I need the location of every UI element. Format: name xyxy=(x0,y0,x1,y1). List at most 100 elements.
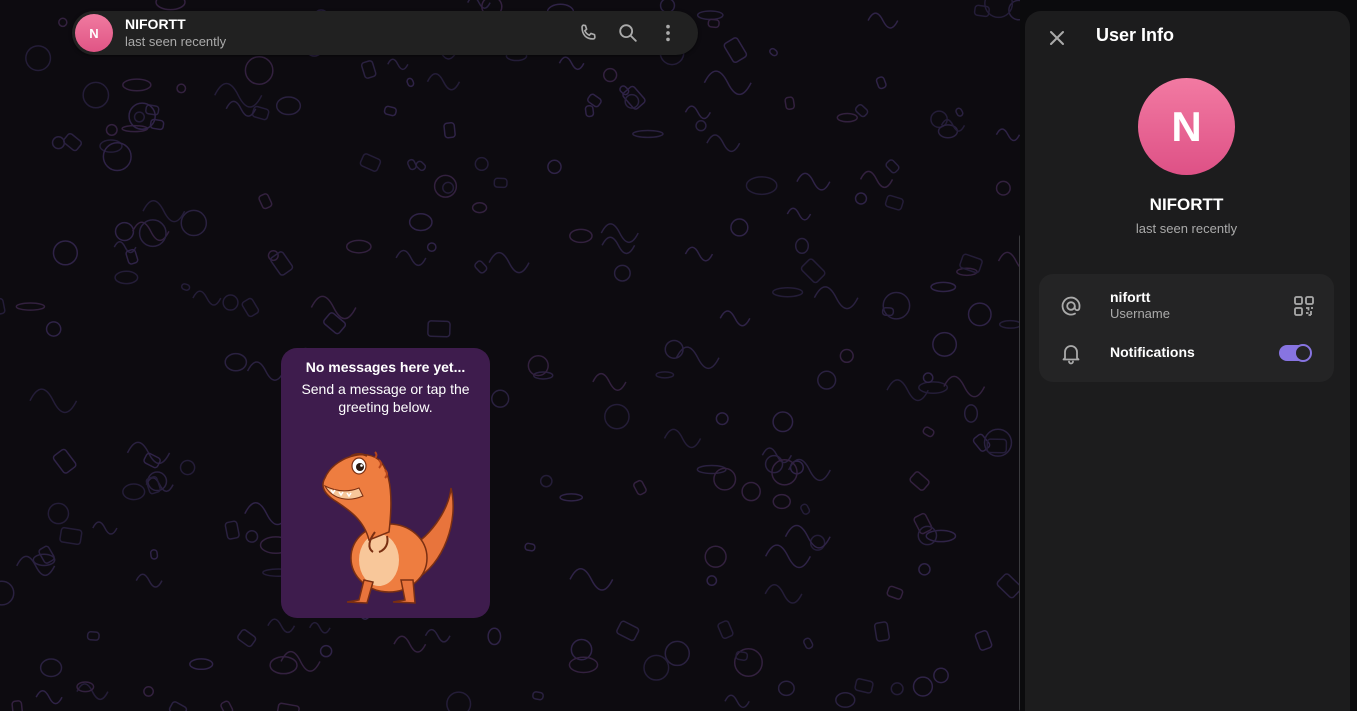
call-button[interactable] xyxy=(568,13,608,53)
background-doodle xyxy=(47,502,70,525)
background-doodle xyxy=(777,680,795,697)
background-doodle xyxy=(426,242,437,253)
more-button[interactable] xyxy=(648,13,688,53)
search-button[interactable] xyxy=(608,13,648,53)
username-row[interactable]: nifortt Username xyxy=(1039,288,1334,324)
peer-info[interactable]: NIFORTT last seen recently xyxy=(125,16,226,50)
background-doodle xyxy=(933,667,949,684)
background-doodle xyxy=(643,654,670,681)
background-doodle xyxy=(539,474,553,488)
peer-status: last seen recently xyxy=(125,34,227,49)
background-doodle xyxy=(323,312,347,335)
background-doodle xyxy=(932,331,958,357)
background-doodle xyxy=(592,372,627,391)
background-doodle xyxy=(717,620,734,640)
background-doodle xyxy=(359,153,382,172)
background-doodle xyxy=(114,270,139,285)
background-doodle xyxy=(601,236,636,255)
background-doodle xyxy=(138,219,167,248)
background-doodle xyxy=(604,403,630,430)
background-doodle xyxy=(764,544,812,569)
close-button[interactable] xyxy=(1041,22,1073,54)
background-doodle xyxy=(886,379,929,402)
background-doodle xyxy=(487,627,502,646)
background-doodle xyxy=(319,644,333,658)
background-doodle xyxy=(395,249,427,267)
background-doodle xyxy=(913,512,933,535)
background-doodle xyxy=(664,640,691,667)
background-doodle xyxy=(225,100,257,117)
background-doodle xyxy=(237,629,257,648)
background-doodle xyxy=(474,260,488,274)
close-icon xyxy=(1050,31,1064,45)
background-doodle xyxy=(267,249,279,262)
background-doodle xyxy=(741,481,761,502)
background-doodle xyxy=(105,123,118,136)
background-doodle xyxy=(155,0,186,11)
username-label: Username xyxy=(1110,306,1170,321)
background-doodle xyxy=(835,691,856,708)
background-doodle xyxy=(45,321,62,337)
background-doodle xyxy=(424,628,451,643)
background-doodle xyxy=(867,12,899,29)
chat-area: N NIFORTT last seen recently No messages… xyxy=(0,0,1020,711)
background-doodle xyxy=(724,694,750,709)
background-doodle xyxy=(918,563,931,576)
background-doodle xyxy=(800,258,826,284)
profile-avatar[interactable]: N xyxy=(1138,78,1235,175)
background-doodle xyxy=(764,583,803,604)
background-doodle xyxy=(408,213,433,232)
background-doodle xyxy=(772,411,794,433)
background-doodle xyxy=(246,361,285,381)
background-doodle xyxy=(967,302,992,327)
background-doodle xyxy=(176,83,187,94)
background-doodle xyxy=(695,120,707,132)
background-doodle xyxy=(706,575,718,586)
peer-name: NIFORTT xyxy=(125,16,186,32)
background-doodle xyxy=(786,207,812,221)
background-doodle xyxy=(168,701,188,711)
background-doodle xyxy=(547,159,562,175)
background-doodle xyxy=(180,209,208,237)
background-doodle xyxy=(875,76,887,90)
background-doodle xyxy=(719,310,751,327)
background-doodle xyxy=(52,240,79,266)
background-doodle xyxy=(59,526,83,546)
bell-icon xyxy=(1057,339,1085,367)
background-doodle xyxy=(995,180,1011,196)
background-doodle xyxy=(220,700,234,711)
background-doodle xyxy=(122,483,146,501)
background-doodle xyxy=(92,521,118,535)
background-doodle xyxy=(258,193,273,210)
chat-scrollbar[interactable] xyxy=(1019,235,1020,711)
background-doodle xyxy=(787,458,831,482)
user-info-panel: User Info N NIFORTT last seen recently n… xyxy=(1025,11,1350,711)
background-doodle xyxy=(113,240,137,254)
background-doodle xyxy=(82,81,110,109)
background-doodle xyxy=(918,381,949,394)
background-doodle xyxy=(86,631,100,641)
dinosaur-sticker[interactable] xyxy=(309,440,459,610)
chat-header[interactable]: N NIFORTT last seen recently xyxy=(72,11,698,55)
background-doodle xyxy=(996,573,1020,599)
background-doodle xyxy=(308,621,331,634)
background-doodle xyxy=(890,682,904,696)
notifications-toggle[interactable] xyxy=(1279,344,1312,362)
background-doodle xyxy=(16,555,56,577)
background-doodle xyxy=(663,428,702,449)
notifications-row[interactable]: Notifications xyxy=(1039,340,1334,366)
qr-code-button[interactable] xyxy=(1292,294,1316,318)
background-doodle xyxy=(192,290,222,306)
background-doodle xyxy=(723,37,748,64)
background-doodle xyxy=(39,658,63,678)
peer-avatar[interactable]: N xyxy=(75,14,113,52)
profile-status: last seen recently xyxy=(1135,221,1238,236)
background-doodle xyxy=(912,676,934,697)
at-icon xyxy=(1057,292,1085,320)
username-value: nifortt xyxy=(1110,289,1151,305)
background-doodle xyxy=(360,60,377,79)
background-doodle xyxy=(415,160,427,172)
background-doodle xyxy=(387,58,409,71)
background-doodle xyxy=(796,172,831,191)
background-doodle xyxy=(616,620,640,642)
